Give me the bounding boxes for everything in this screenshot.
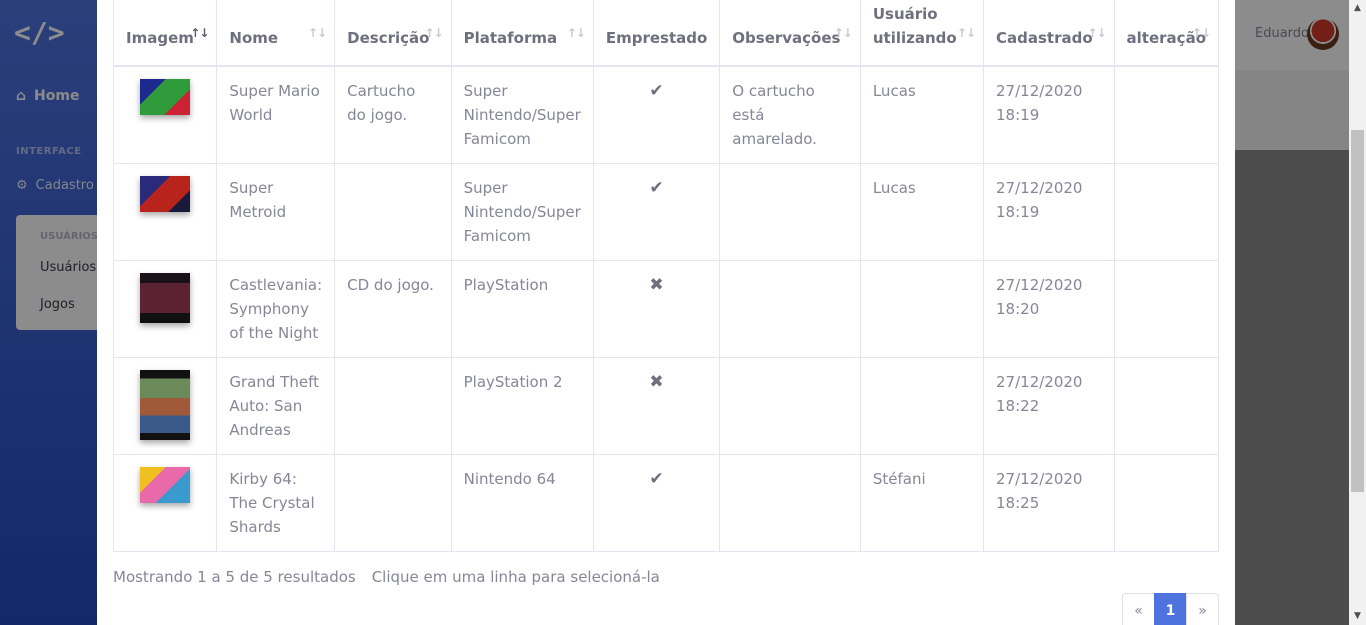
next-page-button[interactable]: » [1186, 593, 1219, 625]
scroll-down-arrow[interactable]: ▼ [1349, 608, 1366, 625]
cell-cadastrado: 27/12/2020 18:20 [983, 259, 1115, 358]
cell-usuario: Stéfani [859, 453, 985, 552]
col-header-cadastrado[interactable]: Cadastrado ↑↓ [983, 0, 1115, 67]
col-label: Plataforma [463, 29, 558, 47]
cell-nome: Super Metroid [216, 162, 336, 261]
cell-alteracao [1113, 162, 1220, 261]
cell-usuario [859, 259, 985, 358]
cell-observacoes [719, 162, 861, 261]
cell-alteracao [1113, 356, 1220, 455]
col-label: Cadastrado [996, 29, 1093, 47]
table-row[interactable]: Grand Theft Auto: San Andreas PlayStatio… [112, 356, 1220, 455]
table-row[interactable]: Super Mario World Cartucho do jogo. Supe… [112, 65, 1220, 164]
col-label: Descrição [347, 29, 430, 47]
check-icon: ✔ [649, 81, 664, 101]
cell-descricao [334, 356, 452, 455]
scroll-thumb[interactable] [1351, 130, 1364, 492]
table-row[interactable]: Super Metroid Super Nintendo/Super Famic… [112, 162, 1220, 261]
sort-icon: ↑↓ [1087, 26, 1106, 40]
game-cover-image [140, 272, 191, 323]
cell-cadastrado: 27/12/2020 18:19 [983, 65, 1115, 164]
col-header-plataforma[interactable]: Plataforma ↑↓ [450, 0, 594, 67]
cell-alteracao [1113, 453, 1220, 552]
sort-asc-icon: ↑↓ [190, 26, 209, 40]
sort-icon: ↑↓ [1191, 26, 1211, 40]
col-header-imagem[interactable]: Imagem ↑↓ [112, 0, 218, 67]
cell-emprestado: ✔ [592, 453, 721, 552]
cell-alteracao [1113, 259, 1220, 358]
games-table: Imagem ↑↓ Nome ↑↓ Descrição ↑↓ Plataforma ↑↓… [112, 0, 1220, 552]
cell-plataforma: PlayStation 2 [450, 356, 594, 455]
pagination: « 1 » [1122, 593, 1219, 625]
col-header-alteracao[interactable]: alteração ↑↓ [1113, 0, 1220, 67]
cell-observacoes [719, 453, 861, 552]
cell-usuario: Lucas [859, 65, 985, 164]
sort-icon: ↑↓ [566, 26, 586, 40]
cell-cadastrado: 27/12/2020 18:25 [983, 453, 1115, 552]
prev-page-button[interactable]: « [1122, 593, 1155, 625]
sort-icon: ↑↓ [308, 26, 327, 40]
cell-cadastrado: 27/12/2020 18:19 [983, 162, 1115, 261]
cell-alteracao [1113, 65, 1220, 164]
page-scrollbar[interactable]: ▲ ▼ [1349, 0, 1366, 625]
col-label: Emprestado [605, 29, 708, 47]
game-cover-image [140, 369, 191, 440]
col-header-nome[interactable]: Nome ↑↓ [216, 0, 336, 67]
sort-icon: ↑↓ [956, 26, 976, 40]
col-header-observacoes[interactable]: Observações ↑↓ [719, 0, 861, 67]
col-label: Usuário utilizando [872, 5, 957, 47]
table-header-row: Imagem ↑↓ Nome ↑↓ Descrição ↑↓ Plataforma ↑↓… [112, 0, 1220, 67]
cell-descricao: CD do jogo. [334, 259, 452, 358]
col-header-usuario[interactable]: Usuário utilizando ↑↓ [859, 0, 985, 67]
cell-plataforma: Super Nintendo/Super Famicom [450, 162, 594, 261]
cell-observacoes [719, 356, 861, 455]
cell-usuario: Lucas [859, 162, 985, 261]
table-row[interactable]: Castlevania: Symphony of the Night CD do… [112, 259, 1220, 358]
table-row[interactable]: Kirby 64: The Crystal Shards Nintendo 64… [112, 453, 1220, 552]
cell-image [112, 162, 218, 261]
cell-cadastrado: 27/12/2020 18:22 [983, 356, 1115, 455]
cell-image [112, 65, 218, 164]
cell-image [112, 259, 218, 358]
game-cover-image [140, 466, 191, 503]
cell-image [112, 453, 218, 552]
cell-plataforma: Nintendo 64 [450, 453, 594, 552]
cell-descricao: Cartucho do jogo. [334, 65, 452, 164]
cell-nome: Castlevania: Symphony of the Night [216, 259, 336, 358]
scroll-up-arrow[interactable]: ▲ [1349, 0, 1366, 17]
cell-observacoes: O cartucho está amarelado. [719, 65, 861, 164]
cell-emprestado: ✖ [592, 259, 721, 358]
game-cover-image [140, 79, 191, 115]
cell-plataforma: Super Nintendo/Super Famicom [450, 65, 594, 164]
cell-nome: Super Mario World [216, 65, 336, 164]
check-icon: ✔ [649, 468, 664, 489]
table-info: Mostrando 1 a 5 de 5 resultados Clique em… [113, 568, 660, 586]
cell-observacoes [719, 259, 861, 358]
cell-emprestado: ✔ [592, 65, 721, 164]
page-1-button[interactable]: 1 [1154, 593, 1187, 625]
cell-image [112, 356, 218, 455]
results-count: Mostrando 1 a 5 de 5 resultados [113, 568, 356, 586]
cell-nome: Kirby 64: The Crystal Shards [216, 453, 336, 552]
cell-descricao [334, 453, 452, 552]
col-label: Imagem [126, 29, 194, 47]
cell-emprestado: ✔ [592, 162, 721, 261]
col-header-descricao[interactable]: Descrição ↑↓ [334, 0, 452, 67]
cell-descricao [334, 162, 452, 261]
close-icon: ✖ [649, 274, 664, 295]
cell-nome: Grand Theft Auto: San Andreas [216, 356, 336, 455]
col-header-emprestado[interactable]: Emprestado [592, 0, 721, 67]
cell-usuario [859, 356, 985, 455]
game-cover-image [140, 175, 191, 212]
cell-plataforma: PlayStation [450, 259, 594, 358]
games-modal: Imagem ↑↓ Nome ↑↓ Descrição ↑↓ Plataforma ↑↓… [97, 0, 1235, 625]
sort-icon: ↑↓ [424, 26, 444, 40]
selection-hint: Clique em uma linha para selecioná-la [371, 568, 660, 586]
col-label: Nome [229, 29, 279, 47]
close-icon: ✖ [649, 371, 664, 392]
sort-icon: ↑↓ [833, 26, 853, 40]
check-icon: ✔ [649, 177, 664, 198]
cell-emprestado: ✖ [592, 356, 721, 455]
col-label: Observações [732, 29, 841, 47]
